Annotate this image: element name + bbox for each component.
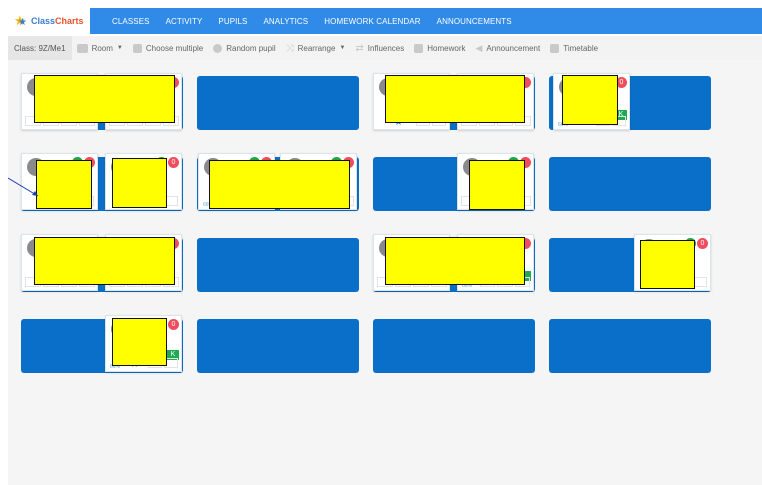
announcement-button[interactable]: ◀ Announcement (470, 43, 545, 54)
redaction-box (34, 237, 175, 285)
negative-badge: 0 (168, 319, 179, 330)
desk[interactable] (549, 157, 711, 211)
homework-label: Homework (427, 43, 466, 53)
seating-plan: ★ 0 K 66% ★ ★ 0 ★ 66% (8, 60, 762, 485)
negative-badge: 0 (168, 157, 179, 168)
timetable-button[interactable]: Timetable (545, 43, 603, 53)
nav-activity[interactable]: ACTIVITY (158, 17, 211, 26)
room-dropdown[interactable]: Room ▼ (72, 43, 128, 53)
nav-classes[interactable]: CLASSES (104, 17, 158, 26)
announcement-label: Announcement (486, 43, 541, 53)
user-icon (213, 43, 223, 53)
desk[interactable] (197, 238, 359, 292)
top-nav: ★ ★ ClassCharts CLASSES ACTIVITY PUPILS … (8, 8, 762, 34)
arrows-icon: ⇄ (355, 42, 364, 54)
room-label: Room (91, 43, 113, 53)
influences-label: Influences (367, 43, 405, 53)
homework-button[interactable]: Homework (409, 43, 470, 53)
redaction-box (562, 75, 618, 125)
nav-pupils[interactable]: PUPILS (210, 17, 255, 26)
redaction-box (112, 318, 167, 366)
class-label: Class: 9Z/Me1 (8, 36, 72, 60)
checkbox-icon (132, 43, 142, 53)
redaction-box (385, 237, 525, 285)
rearrange-dropdown[interactable]: ⤨ Rearrange ▼ (281, 43, 351, 54)
nav-analytics[interactable]: ANALYTICS (255, 17, 316, 26)
redaction-box (640, 240, 695, 289)
logo-star-icon: ★ ★ (14, 13, 27, 29)
desk[interactable] (197, 319, 359, 373)
random-pupil-button[interactable]: Random pupil (208, 43, 280, 53)
redaction-box (112, 158, 167, 208)
influences-button[interactable]: ⇄ Influences (350, 43, 409, 54)
rearrange-label: Rearrange (297, 43, 336, 53)
megaphone-icon: ◀ (475, 42, 483, 53)
redaction-box (34, 75, 175, 123)
logo-text: ClassCharts (31, 16, 84, 26)
desk[interactable] (373, 319, 535, 373)
shuffle-icon: ⤨ (285, 42, 294, 54)
room-icon (76, 43, 88, 53)
toolbar: Class: 9Z/Me1 Room ▼ Choose multiple Ran… (8, 36, 762, 60)
choose-multiple-label: Choose multiple (145, 43, 204, 53)
redaction-box (209, 160, 350, 209)
timetable-label: Timetable (563, 43, 599, 53)
annotation-arrow-icon (8, 177, 39, 197)
redaction-box (385, 75, 525, 123)
calendar-icon (550, 43, 560, 53)
chevron-down-icon: ▼ (339, 45, 346, 51)
homework-icon (414, 43, 424, 53)
desk[interactable] (549, 319, 711, 373)
nav-announcements[interactable]: ANNOUNCEMENTS (429, 17, 520, 26)
chevron-down-icon: ▼ (116, 45, 123, 51)
negative-badge: 0 (697, 238, 708, 249)
redaction-box (469, 160, 525, 210)
choose-multiple-button[interactable]: Choose multiple (128, 43, 208, 53)
nav-homework-calendar[interactable]: HOMEWORK CALENDAR (316, 17, 428, 26)
class-charts-logo[interactable]: ★ ★ ClassCharts (8, 8, 90, 34)
desk[interactable] (197, 76, 359, 130)
random-pupil-label: Random pupil (226, 43, 276, 53)
